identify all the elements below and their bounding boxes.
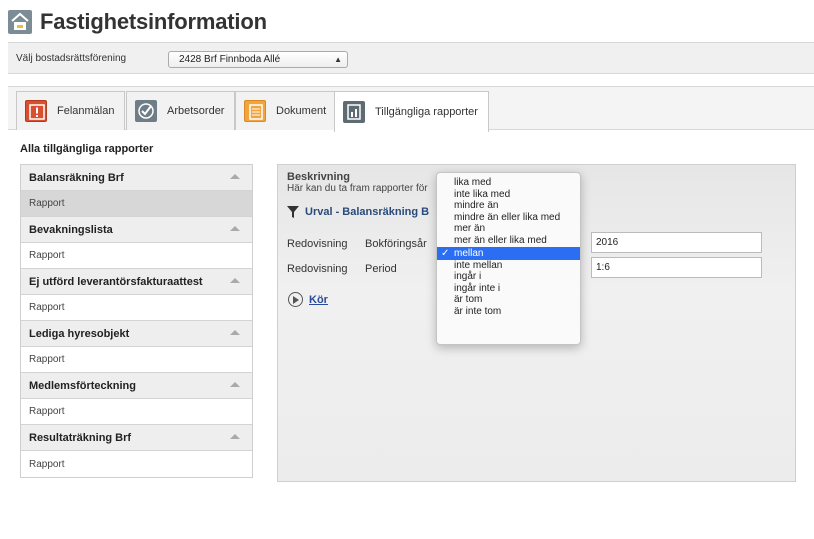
criteria-value-input[interactable]: 2016 bbox=[591, 232, 762, 253]
dropdown-option[interactable]: lika med bbox=[437, 177, 580, 189]
report-item[interactable]: Rapport bbox=[21, 295, 252, 321]
criteria-field: Bokföringsår bbox=[365, 238, 427, 250]
tab-bar: Felanmälan Arbetsorder Dokument Tillgäng… bbox=[8, 86, 814, 132]
report-group-name: Ej utförd leverantörsfakturaattest bbox=[29, 275, 203, 288]
play-icon bbox=[288, 292, 303, 307]
dropdown-option[interactable]: mer än bbox=[437, 223, 580, 235]
report-item[interactable]: Rapport bbox=[21, 191, 252, 217]
report-group-header[interactable]: Medlemsförteckning bbox=[21, 373, 252, 399]
dropdown-option[interactable]: inte mellan bbox=[437, 260, 580, 272]
dropdown-option[interactable]: är tom bbox=[437, 294, 580, 306]
chevron-up-icon bbox=[230, 382, 240, 387]
run-button[interactable]: Kör bbox=[288, 292, 328, 307]
dropdown-option[interactable]: mer än eller lika med bbox=[437, 235, 580, 247]
document-icon bbox=[244, 100, 266, 122]
chevron-up-icon bbox=[230, 434, 240, 439]
dropdown-option[interactable]: inte lika med bbox=[437, 189, 580, 201]
report-group-name: Resultaträkning Brf bbox=[29, 431, 132, 444]
tab-tillgangliga-rapporter[interactable]: Tillgängliga rapporter bbox=[334, 91, 489, 132]
report-group-name: Medlemsförteckning bbox=[29, 379, 136, 392]
tab-felanmalan[interactable]: Felanmälan bbox=[16, 91, 126, 130]
run-label: Kör bbox=[309, 293, 328, 306]
tab-label: Dokument bbox=[276, 105, 327, 117]
association-select-value: 2428 Brf Finnboda Allé bbox=[179, 54, 281, 65]
dropdown-option[interactable]: mindre än eller lika med bbox=[437, 212, 580, 224]
chevron-up-icon bbox=[230, 330, 240, 335]
dropdown-option[interactable]: ingår inte i bbox=[437, 283, 580, 295]
report-group-header[interactable]: Bevakningslista bbox=[21, 217, 252, 243]
checkmark-icon: ✓ bbox=[441, 247, 450, 259]
report-group-name: Balansräkning Brf bbox=[29, 171, 124, 184]
association-select[interactable]: 2428 Brf Finnboda Allé ▲︎ bbox=[168, 51, 348, 68]
chevron-up-icon bbox=[230, 278, 240, 283]
report-item[interactable]: Rapport bbox=[21, 451, 252, 477]
app-title: Fastighetsinformation bbox=[40, 9, 267, 34]
report-item[interactable]: Rapport bbox=[21, 399, 252, 425]
dropdown-option-label: mellan bbox=[454, 247, 484, 259]
filter-title: Urval - Balansräkning B bbox=[305, 206, 430, 218]
filter-icon bbox=[287, 206, 299, 218]
criteria-field: Period bbox=[365, 263, 397, 275]
report-group-header[interactable]: Resultaträkning Brf bbox=[21, 425, 252, 451]
tab-arbetsorder[interactable]: Arbetsorder bbox=[126, 91, 236, 130]
tab-label: Tillgängliga rapporter bbox=[375, 106, 478, 118]
tab-label: Felanmälan bbox=[57, 105, 115, 117]
report-group-header[interactable]: Ej utförd leverantörsfakturaattest bbox=[21, 269, 252, 295]
criteria-label: Redovisning bbox=[287, 238, 348, 250]
filter-header: Urval - Balansräkning B bbox=[287, 205, 445, 219]
criteria-value-input[interactable]: 1:6 bbox=[591, 257, 762, 278]
app-header: Fastighetsinformation bbox=[8, 8, 267, 36]
chevron-up-icon bbox=[230, 226, 240, 231]
report-item[interactable]: Rapport bbox=[21, 347, 252, 373]
checkmark-icon bbox=[135, 100, 157, 122]
chart-icon bbox=[343, 101, 365, 123]
criteria-label: Redovisning bbox=[287, 263, 348, 275]
warning-icon bbox=[25, 100, 47, 122]
select-arrows-icon: ▲︎ bbox=[334, 55, 342, 64]
section-title: Alla tillgängliga rapporter bbox=[20, 143, 154, 155]
association-label: Välj bostadsrättsförening bbox=[16, 52, 127, 64]
tab-label: Arbetsorder bbox=[167, 105, 225, 117]
dropdown-option[interactable]: mindre än bbox=[437, 200, 580, 212]
report-group-header[interactable]: Balansräkning Brf bbox=[21, 165, 252, 191]
report-list: Balansräkning Brf Rapport Bevakningslist… bbox=[20, 164, 253, 478]
report-group-name: Bevakningslista bbox=[29, 223, 113, 236]
tab-dokument[interactable]: Dokument bbox=[235, 91, 338, 130]
association-bar: Välj bostadsrättsförening 2428 Brf Finnb… bbox=[8, 42, 814, 74]
home-logo-icon bbox=[8, 10, 32, 34]
description-text: Här kan du ta fram rapporter för bbox=[287, 183, 428, 194]
report-item[interactable]: Rapport bbox=[21, 243, 252, 269]
description-title: Beskrivning bbox=[287, 171, 350, 183]
report-group-header[interactable]: Lediga hyresobjekt bbox=[21, 321, 252, 347]
report-group-name: Lediga hyresobjekt bbox=[29, 327, 130, 340]
dropdown-option[interactable]: är inte tom bbox=[437, 306, 580, 318]
dropdown-option-selected[interactable]: ✓ mellan bbox=[437, 246, 580, 260]
dropdown-option[interactable]: ingår i bbox=[437, 271, 580, 283]
operator-dropdown[interactable]: lika med inte lika med mindre än mindre … bbox=[436, 172, 581, 345]
chevron-up-icon bbox=[230, 174, 240, 179]
